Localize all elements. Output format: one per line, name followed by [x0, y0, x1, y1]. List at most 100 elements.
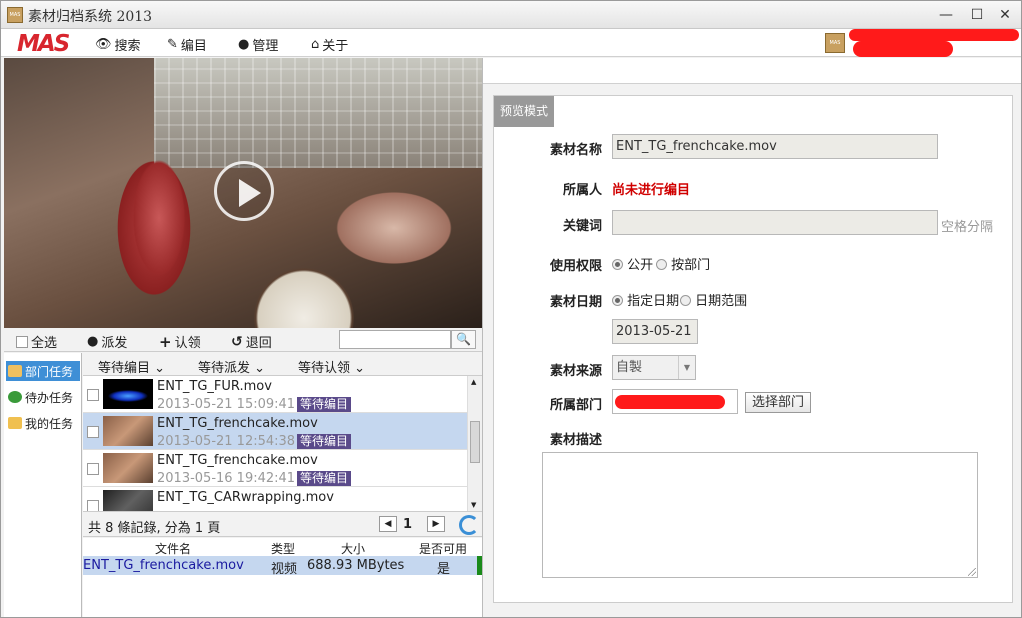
scroll-down-icon[interactable]: ▼: [471, 501, 476, 509]
dispatch-button[interactable]: ● 派发: [87, 332, 127, 351]
sidebar-item-my-tasks[interactable]: 我的任务: [6, 413, 80, 433]
filter-wait-catalog[interactable]: 等待编目 ⌄: [98, 357, 165, 376]
metadata-form: 预览模式 素材名称 ENT_TG_frenchcake.mov 所属人 尚未进行…: [493, 95, 1013, 603]
row-checkbox[interactable]: [87, 426, 99, 438]
file-name: ENT_TG_frenchcake.mov: [157, 453, 318, 468]
checkbox-icon: [16, 335, 28, 348]
column-header: 类型: [271, 542, 296, 556]
play-button[interactable]: [214, 161, 274, 221]
keywords-field[interactable]: [612, 210, 938, 235]
status-filters: 等待编目 ⌄ 等待派发 ⌄ 等待认领 ⌄: [83, 353, 482, 376]
source-select[interactable]: 自製 ▼: [612, 355, 696, 380]
row-checkbox[interactable]: [87, 389, 99, 401]
desc-label: 素材描述: [549, 433, 602, 448]
tab-preview-mode[interactable]: 预览模式: [494, 96, 554, 127]
user-avatar-icon: MAS: [825, 33, 845, 53]
sidebar-item-todo-tasks[interactable]: 待办任务: [6, 387, 80, 407]
row-checkbox[interactable]: [87, 463, 99, 475]
sidebar-item-label: 我的任务: [25, 416, 74, 431]
user-icon: ●: [238, 37, 250, 52]
filter-wait-dispatch[interactable]: 等待派发 ⌄: [198, 357, 265, 376]
pencil-icon: ✎: [167, 37, 178, 52]
redaction-mark: [853, 41, 953, 57]
user-icon: ●: [87, 334, 99, 349]
menu-search-label: 搜索: [114, 39, 141, 54]
menu-search[interactable]: 👁 搜索: [95, 35, 141, 54]
page-number: 1: [403, 517, 413, 532]
menu-manage[interactable]: ● 管理: [238, 35, 278, 54]
maximize-button[interactable]: ☐: [966, 5, 988, 25]
resize-grip-icon[interactable]: [968, 568, 976, 576]
menu-catalog[interactable]: ✎ 编目: [167, 35, 207, 54]
menu-manage-label: 管理: [252, 39, 279, 54]
list-item[interactable]: ENT_TG_CARwrapping.mov: [83, 487, 467, 511]
claim-button[interactable]: + 认领: [159, 332, 201, 352]
table-row[interactable]: ENT_TG_frenchcake.mov 视频 688.93 MBytes 是: [83, 556, 482, 577]
list-scrollbar[interactable]: ▲ ▼: [467, 376, 482, 511]
list-item[interactable]: ENT_TG_FUR.mov 2013-05-21 15:09:41 等待编目: [83, 376, 467, 413]
status-badge: 等待编目: [297, 434, 352, 449]
video-thumbnail: [103, 453, 153, 483]
dept-field[interactable]: [612, 389, 738, 414]
arrow-right-icon: ▶: [432, 519, 440, 529]
date-field[interactable]: 2013-05-21: [612, 319, 698, 344]
row-checkbox[interactable]: [87, 500, 99, 511]
sidebar-item-dept-tasks[interactable]: 部门任务: [6, 361, 80, 381]
search-input[interactable]: [339, 330, 451, 349]
file-date: 2013-05-21 15:09:41: [157, 397, 296, 412]
select-all-checkbox[interactable]: 全选: [16, 332, 57, 351]
menu-catalog-label: 编目: [180, 39, 207, 54]
search-icon: 🔍: [456, 332, 471, 346]
name-label: 素材名称: [549, 143, 602, 158]
group-icon: [8, 365, 22, 377]
description-textarea[interactable]: [542, 452, 978, 578]
radio-icon: [680, 295, 691, 306]
scrollbar-thumb[interactable]: [470, 421, 480, 463]
globe-icon: [8, 391, 22, 403]
file-date: 2013-05-21 12:54:38: [157, 434, 296, 449]
home-icon: ⌂: [311, 37, 320, 52]
chevron-down-icon: ▼: [678, 356, 695, 379]
select-dept-button[interactable]: 选择部门: [745, 392, 812, 413]
pager-info: 共 8 條記錄, 分為 1 頁: [88, 521, 221, 536]
chevron-down-icon: ⌄: [354, 361, 366, 376]
scroll-up-icon[interactable]: ▲: [471, 378, 476, 386]
refresh-icon[interactable]: [459, 515, 479, 535]
status-badge: 等待编目: [297, 471, 352, 486]
radio-label: 公开: [627, 258, 654, 273]
status-badge: 等待编目: [297, 397, 352, 412]
filter-wait-claim[interactable]: 等待认领 ⌄: [298, 357, 365, 376]
task-toolbar: 全选 ● 派发 + 认领 ↺ 退回 🔍: [4, 328, 482, 352]
sidebar-item-label: 部门任务: [25, 364, 74, 379]
filter-label: 等待认领: [298, 361, 351, 376]
search-button[interactable]: 🔍: [451, 330, 476, 349]
return-button[interactable]: ↺ 退回: [231, 332, 272, 352]
list-item[interactable]: ENT_TG_frenchcake.mov 2013-05-21 12:54:3…: [83, 413, 467, 450]
date-label: 素材日期: [549, 295, 602, 310]
file-detail-table: 文件名 类型 大小 是否可用 ENT_TG_frenchcake.mov 视频 …: [83, 538, 482, 617]
video-thumbnail: [103, 379, 153, 409]
video-frame-cake-tower: [114, 118, 204, 318]
date-range-radio[interactable]: 日期范围: [680, 290, 747, 309]
video-thumbnail: [103, 490, 153, 511]
video-preview[interactable]: [4, 58, 482, 328]
next-page-button[interactable]: ▶: [427, 516, 445, 532]
prev-page-button[interactable]: ◀: [379, 516, 397, 532]
task-list: ENT_TG_FUR.mov 2013-05-21 15:09:41 等待编目 …: [83, 376, 467, 511]
close-button[interactable]: ✕: [994, 5, 1016, 25]
title-bar: MAS 素材归档系统 2013 — ☐ ✕: [1, 1, 1021, 29]
minimize-button[interactable]: —: [935, 5, 957, 25]
permission-public-radio[interactable]: 公开: [612, 254, 653, 273]
sidebar: 部门任务 待办任务 我的任务: [4, 353, 82, 617]
list-item[interactable]: ENT_TG_frenchcake.mov 2013-05-16 19:42:4…: [83, 450, 467, 487]
file-date: 2013-05-16 19:42:41: [157, 471, 296, 486]
chevron-down-icon: ⌄: [154, 361, 166, 376]
date-specific-radio[interactable]: 指定日期: [612, 290, 679, 309]
permission-dept-radio[interactable]: 按部门: [656, 254, 710, 273]
name-field[interactable]: ENT_TG_frenchcake.mov: [612, 134, 938, 159]
menu-about[interactable]: ⌂ 关于: [311, 35, 348, 54]
play-icon: [239, 179, 261, 207]
cell-size: 688.93 MBytes: [307, 558, 405, 573]
radio-icon: [612, 259, 623, 270]
select-all-label: 全选: [31, 336, 58, 351]
